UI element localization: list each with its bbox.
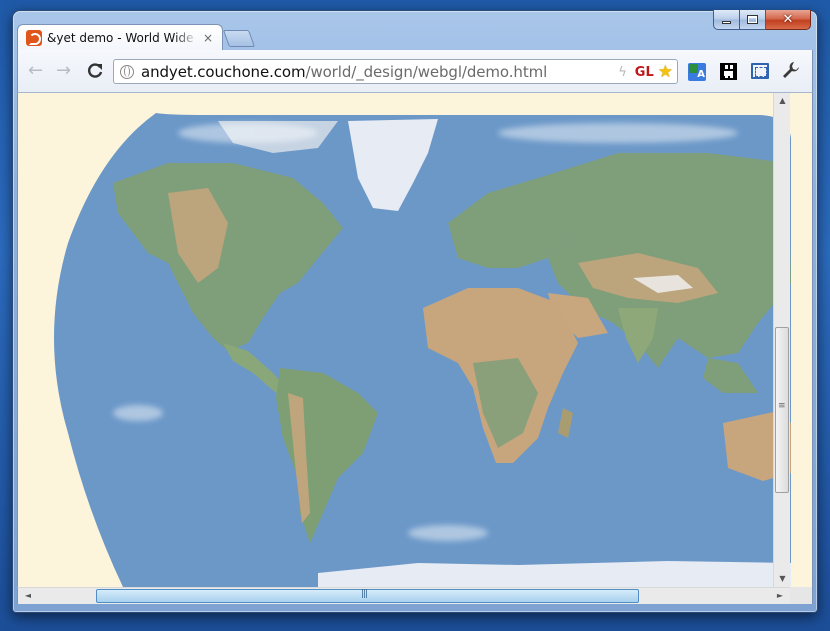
toolbar: ← → andyet.couchone.com/world/_design/we…	[17, 50, 813, 93]
tab-demo[interactable]: &yet demo - World Wide W ×	[17, 24, 223, 50]
address-bar[interactable]: andyet.couchone.com/world/_design/webgl/…	[113, 59, 678, 84]
bookmark-star-icon[interactable]: ★	[658, 63, 673, 81]
vertical-scroll-thumb[interactable]	[775, 327, 789, 493]
omnibox-icons: ϟ GL ★	[618, 62, 673, 82]
caption-buttons: ✕	[713, 10, 811, 30]
horizontal-scroll-thumb[interactable]	[96, 589, 639, 603]
scroll-down-arrow-icon[interactable]: ▼	[774, 571, 791, 587]
bolt-icon[interactable]: ϟ	[618, 65, 627, 80]
reload-icon[interactable]	[86, 62, 104, 84]
close-window-button[interactable]: ✕	[766, 10, 811, 30]
globe-icon	[120, 64, 134, 79]
close-icon: ✕	[782, 12, 794, 27]
scroll-left-arrow-icon[interactable]: ◄	[20, 588, 36, 604]
back-arrow-icon[interactable]: ←	[28, 62, 43, 80]
tab-close-icon[interactable]: ×	[203, 31, 213, 45]
tab-title: &yet demo - World Wide W	[47, 30, 197, 45]
forward-arrow-icon[interactable]: →	[56, 62, 71, 80]
scrollbar-corner	[790, 587, 813, 604]
screen-capture-icon[interactable]	[751, 63, 769, 79]
url-host: andyet.couchone.com	[141, 62, 306, 81]
scroll-up-arrow-icon[interactable]: ▲	[774, 93, 791, 109]
reload-glyph	[88, 63, 103, 78]
vertical-scrollbar[interactable]: ▲ ▼	[773, 93, 790, 587]
favicon	[26, 29, 42, 46]
gl-extension-icon[interactable]: GL	[635, 65, 654, 80]
qr-code-icon[interactable]	[720, 63, 737, 80]
page-viewport[interactable]	[17, 93, 813, 587]
minimize-icon	[722, 21, 731, 24]
minimize-button[interactable]	[713, 10, 740, 30]
horizontal-scrollbar[interactable]: ◄ ►	[17, 587, 790, 604]
maximize-icon	[747, 15, 758, 24]
url-text: andyet.couchone.com/world/_design/webgl/…	[141, 63, 547, 81]
webgl-world-map[interactable]	[18, 93, 813, 587]
translate-icon[interactable]: A	[688, 63, 706, 81]
maximize-button[interactable]	[740, 10, 766, 30]
url-path: /world/_design/webgl/demo.html	[305, 62, 548, 81]
wrench-icon[interactable]	[782, 61, 800, 84]
wrench-glyph	[783, 62, 799, 78]
scroll-right-arrow-icon[interactable]: ►	[772, 588, 788, 604]
